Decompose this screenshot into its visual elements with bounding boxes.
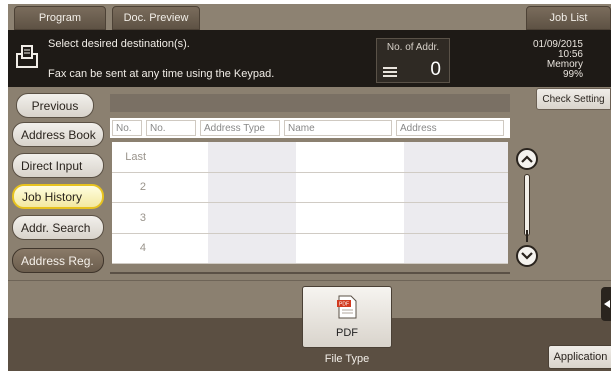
svg-text:PDF: PDF	[339, 302, 349, 308]
copier-panel-screen: Program Doc. Preview Job List Select des…	[8, 4, 611, 371]
address-count-value: 0	[430, 59, 441, 80]
address-book-button[interactable]: Address Book	[12, 122, 104, 147]
column-header-name[interactable]: Name	[284, 120, 392, 136]
chevron-down-icon	[521, 252, 533, 260]
table-row[interactable]: Last	[112, 142, 508, 173]
instruction-text: Select desired destination(s).	[48, 38, 190, 50]
addr-search-button[interactable]: Addr. Search	[12, 215, 104, 240]
side-panel-toggle[interactable]	[601, 287, 611, 321]
hint-text: Fax can be sent at any time using the Ke…	[48, 68, 275, 80]
address-count-label: No. of Addr.	[386, 42, 440, 53]
row-cell	[208, 233, 296, 263]
application-button[interactable]: Application	[548, 345, 611, 369]
scrollbar-track[interactable]	[524, 174, 530, 236]
table-row[interactable]: 4	[112, 233, 508, 264]
row-cell	[208, 142, 296, 172]
address-count-box[interactable]: No. of Addr. 0	[376, 38, 450, 83]
row-cell	[296, 233, 404, 263]
column-header-no[interactable]: No.	[112, 120, 142, 136]
row-number: Last	[125, 150, 146, 163]
column-header-address-type[interactable]: Address Type	[200, 120, 280, 136]
job-history-button[interactable]: Job History	[12, 184, 104, 209]
direct-input-button[interactable]: Direct Input	[12, 153, 104, 178]
pdf-button-label: PDF	[336, 327, 358, 339]
file-type-caption: File Type	[324, 353, 370, 365]
row-cell	[154, 172, 208, 202]
row-cell	[404, 233, 508, 263]
row-cell	[296, 142, 404, 172]
row-cell	[296, 203, 404, 233]
row-cell	[208, 203, 296, 233]
scrollbar-thumb[interactable]	[526, 230, 528, 242]
job-history-table: Last 2 3 4	[112, 142, 508, 264]
scroll-up-button[interactable]	[516, 148, 538, 170]
address-reg-button[interactable]: Address Reg.	[12, 248, 104, 273]
table-row[interactable]: 3	[112, 203, 508, 234]
row-cell	[296, 172, 404, 202]
tab-job-list[interactable]: Job List	[526, 6, 611, 30]
column-header-address[interactable]: Address	[396, 120, 504, 136]
message-bar: Select desired destination(s). Fax can b…	[8, 30, 611, 87]
chevron-up-icon	[521, 155, 533, 163]
top-tab-bar: Program Doc. Preview Job List	[8, 4, 611, 30]
row-number: 3	[139, 211, 146, 224]
previous-button[interactable]: Previous	[16, 93, 94, 118]
tab-doc-preview[interactable]: Doc. Preview	[112, 6, 200, 30]
table-title-strip	[110, 94, 510, 112]
row-cell	[154, 233, 208, 263]
table-divider	[110, 272, 510, 274]
fax-document-icon	[16, 45, 38, 68]
row-cell	[208, 172, 296, 202]
row-cell	[404, 142, 508, 172]
table-row[interactable]: 2	[112, 172, 508, 203]
file-type-pdf-button[interactable]: PDF PDF	[302, 286, 392, 348]
row-cell	[404, 203, 508, 233]
row-number: 2	[139, 181, 146, 194]
table-header: No. No. Address Type Name Address	[110, 118, 510, 138]
chevron-left-icon	[604, 300, 610, 308]
memory-value: 99%	[562, 69, 583, 80]
tab-program[interactable]: Program	[14, 6, 106, 30]
row-cell	[154, 203, 208, 233]
scroll-down-button[interactable]	[516, 245, 538, 267]
row-number: 4	[139, 242, 146, 255]
row-cell	[154, 142, 208, 172]
row-cell	[404, 172, 508, 202]
column-header-no-secondary[interactable]: No.	[146, 120, 196, 136]
status-datetime: 01/09/2015 10:56 Memory 99%	[533, 40, 583, 80]
pdf-file-icon: PDF	[337, 295, 357, 319]
list-icon	[383, 67, 397, 77]
check-setting-button[interactable]: Check Setting	[536, 88, 611, 110]
